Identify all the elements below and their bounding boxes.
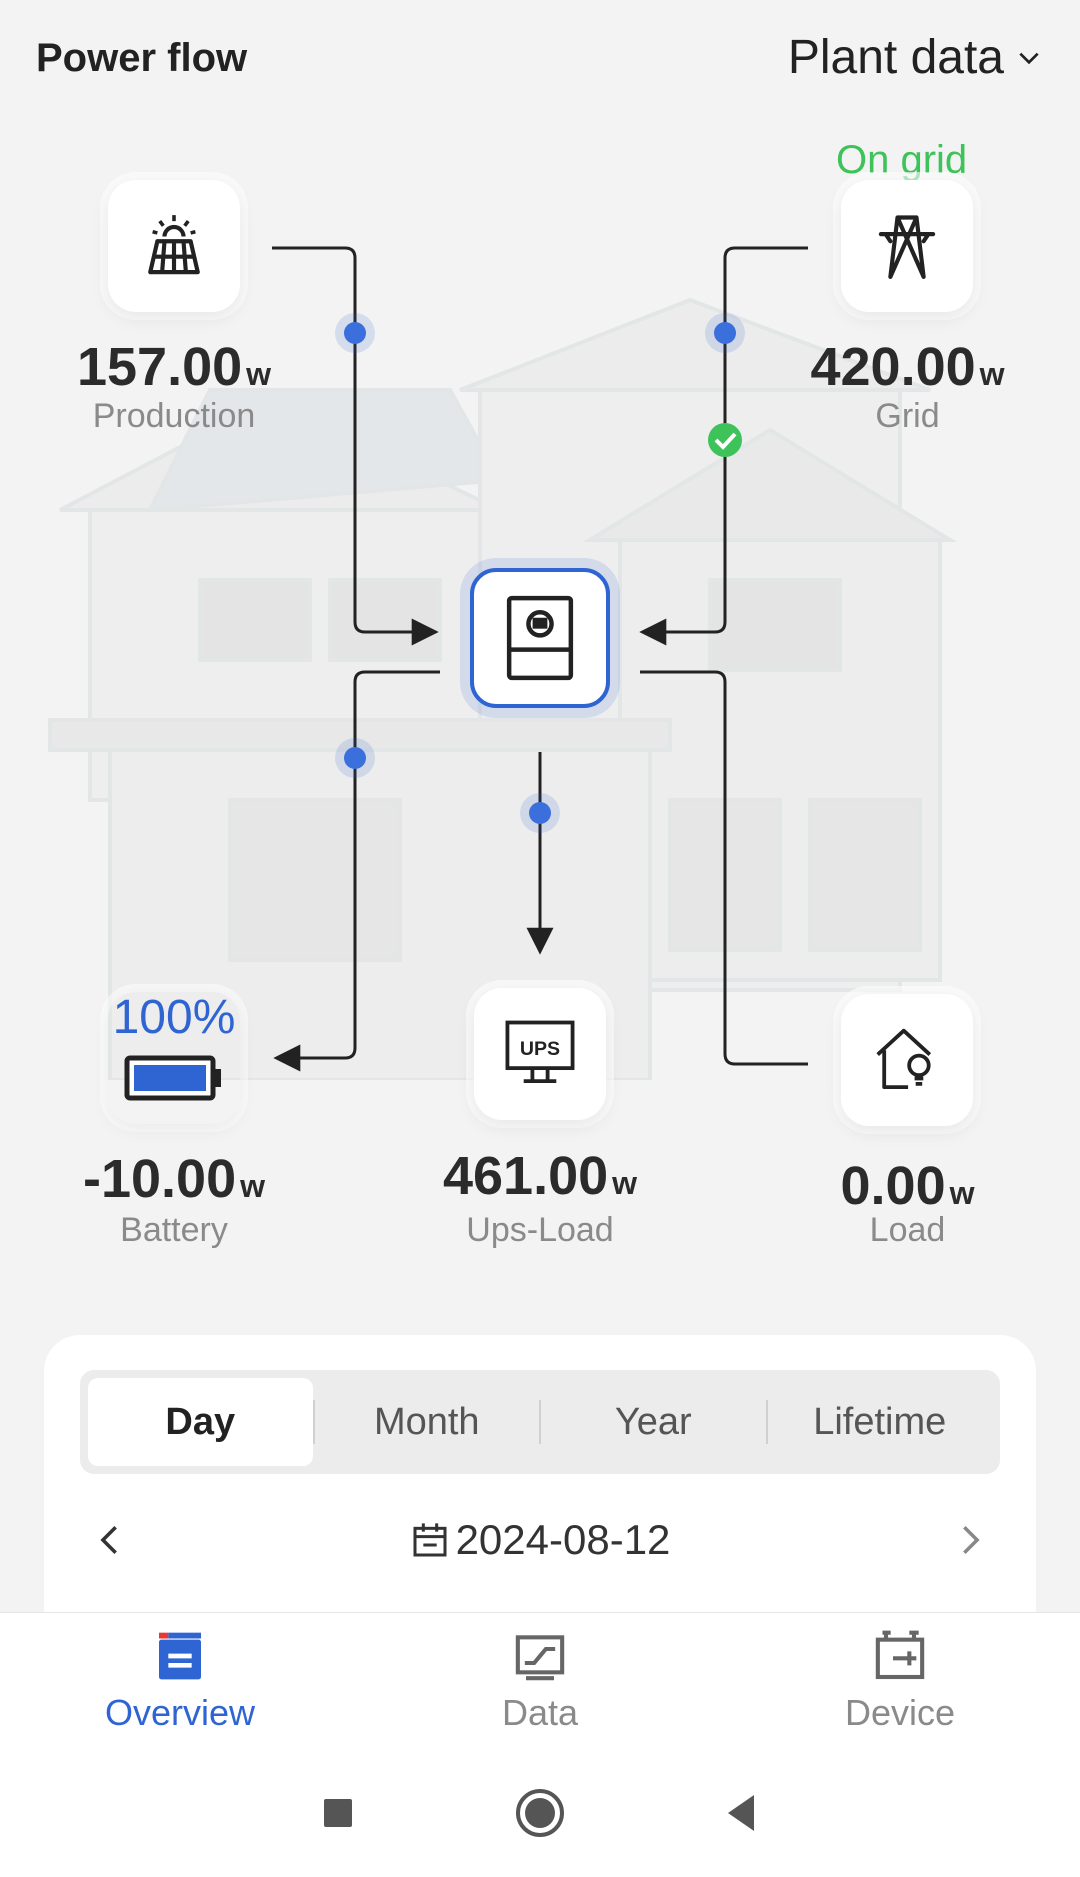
- previous-date-button[interactable]: [80, 1510, 140, 1570]
- ups-load-node[interactable]: UPS: [474, 988, 606, 1120]
- nav-device-label: Device: [844, 1691, 956, 1733]
- ups-load-label: Ups-Load: [466, 1211, 614, 1249]
- tab-day[interactable]: Day: [88, 1378, 313, 1466]
- data-chart-icon: [515, 1634, 565, 1680]
- battery-node[interactable]: [108, 992, 240, 1124]
- nav-overview[interactable]: Overview: [30, 1628, 330, 1734]
- home-circle-icon[interactable]: [514, 1787, 566, 1839]
- ups-load-value: 461.00 w: [442, 1146, 638, 1206]
- bottom-navigation: Overview Data Device: [0, 1612, 1080, 1748]
- nav-data-label: Data: [501, 1691, 579, 1733]
- svg-text:UPS: UPS: [520, 1038, 560, 1060]
- power-tower-icon: [878, 215, 936, 279]
- calendar-icon: [413, 1523, 447, 1557]
- production-flow-line: [272, 246, 439, 646]
- load-flow-line: [640, 670, 808, 1066]
- tab-lifetime[interactable]: Lifetime: [768, 1378, 993, 1466]
- date-picker[interactable]: 2024-08-12: [410, 1516, 671, 1564]
- inverter-node[interactable]: [470, 568, 610, 708]
- system-navigation-bar: [0, 1748, 1080, 1877]
- grid-node[interactable]: [841, 180, 973, 312]
- battery-icon: [124, 1055, 221, 1101]
- overview-icon: [159, 1632, 201, 1679]
- chevron-right-icon: [963, 1525, 980, 1555]
- solar-panel-icon: [148, 215, 200, 275]
- production-label: Production: [92, 397, 256, 435]
- nav-device[interactable]: Device: [750, 1628, 1050, 1734]
- load-node[interactable]: [841, 994, 973, 1126]
- date-navigator: 2024-08-12: [80, 1500, 1000, 1580]
- device-icon: [875, 1630, 925, 1679]
- battery-label: Battery: [120, 1211, 228, 1249]
- production-node[interactable]: [108, 180, 240, 312]
- battery-flow-line: [273, 670, 440, 1072]
- grid-ok-check-icon: [708, 423, 742, 457]
- next-date-button[interactable]: [940, 1510, 1000, 1570]
- battery-value: -10.00 w: [82, 1149, 265, 1209]
- tab-month[interactable]: Month: [315, 1378, 540, 1466]
- nav-overview-label: Overview: [104, 1691, 256, 1733]
- ups-icon: UPS: [505, 1020, 575, 1084]
- grid-value: 420.00 w: [810, 337, 1005, 397]
- selected-date: 2024-08-12: [455, 1516, 671, 1563]
- period-tabs: Day Month Year Lifetime: [80, 1370, 1000, 1474]
- nav-data[interactable]: Data: [390, 1628, 690, 1734]
- production-value: 157.00 w: [76, 337, 272, 397]
- tab-year[interactable]: Year: [541, 1378, 766, 1466]
- home-bulb-icon: [876, 1028, 932, 1090]
- chevron-left-icon: [100, 1525, 117, 1555]
- load-label: Load: [869, 1211, 946, 1249]
- grid-label: Grid: [875, 397, 940, 435]
- grid-status: On grid: [836, 138, 968, 182]
- back-triangle-icon[interactable]: [716, 1787, 768, 1839]
- recents-square-icon[interactable]: [312, 1787, 364, 1839]
- load-value: 0.00 w: [840, 1156, 975, 1216]
- inverter-icon: [506, 595, 574, 681]
